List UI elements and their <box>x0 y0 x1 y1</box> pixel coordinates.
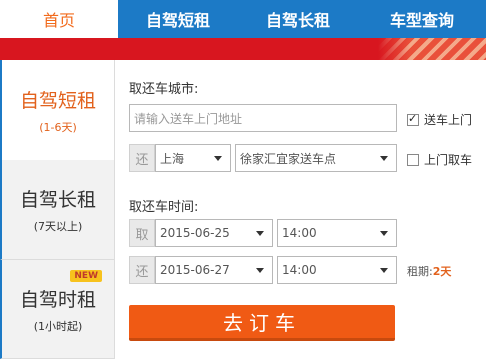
nav-tab-long-rental[interactable]: 自驾长租 <box>238 0 358 38</box>
new-badge: NEW <box>70 270 102 282</box>
city-label: 取还车城市: <box>129 82 199 97</box>
checkbox-unchecked-icon <box>407 153 419 166</box>
side-tab-title: 自驾短租 <box>19 89 96 112</box>
top-nav: 首页 自驾短租 自驾长租 车型查询 <box>0 0 486 38</box>
lease-label: 租期: <box>407 265 433 278</box>
address-input[interactable]: 请输入送车上门地址 <box>129 104 397 132</box>
store-select-value: 徐家汇宜家送车点 <box>240 151 337 166</box>
chevron-down-icon <box>380 156 388 161</box>
side-tab-subtitle: (1小时起) <box>33 319 83 333</box>
return-time-tag: 还 <box>129 256 155 284</box>
city-select-value: 上海 <box>160 151 185 166</box>
return-time-value: 14:00 <box>282 263 317 277</box>
lease-duration: 租期:2天 <box>407 263 451 279</box>
nav-tab-car-models[interactable]: 车型查询 <box>358 0 486 38</box>
checkbox-checked-icon <box>407 112 419 126</box>
book-car-button[interactable]: 去订车 <box>129 305 395 341</box>
return-tag: 还 <box>129 144 155 172</box>
return-date-value: 2015-06-27 <box>160 263 230 277</box>
promo-banner <box>0 38 486 60</box>
side-tab-long-rental[interactable]: 自驾长租 (7天以上) <box>0 160 114 260</box>
pick-date-select[interactable]: 2015-06-25 <box>155 219 273 247</box>
side-tab-subtitle: (7天以上) <box>33 220 83 233</box>
chevron-down-icon <box>256 231 264 236</box>
pick-date-value: 2015-06-25 <box>160 226 230 240</box>
pick-tag: 取 <box>129 219 155 247</box>
side-tab-title: 自驾长租 <box>19 189 96 211</box>
chevron-down-icon <box>380 268 388 273</box>
side-tab-hourly-rental[interactable]: NEW 自驾时租 (1小时起) <box>0 260 114 359</box>
city-select[interactable]: 上海 <box>155 144 231 172</box>
store-select[interactable]: 徐家汇宜家送车点 <box>235 144 397 172</box>
side-tabs: 自驾短租 (1-6天) 自驾长租 (7天以上) NEW 自驾时租 (1小时起) <box>0 60 114 359</box>
side-tab-subtitle: (1-6天) <box>39 120 77 134</box>
deliver-label: 送车上门 <box>424 113 473 127</box>
pickup-home-label: 上门取车 <box>424 153 473 167</box>
nav-tab-home[interactable]: 首页 <box>0 0 118 38</box>
lease-value: 2天 <box>432 265 452 278</box>
pick-time-select[interactable]: 14:00 <box>277 219 397 247</box>
return-date-select[interactable]: 2015-06-27 <box>155 256 273 284</box>
chevron-down-icon <box>256 268 264 273</box>
side-tab-title: 自驾时租 <box>19 288 96 311</box>
booking-form: 取还车城市: 请输入送车上门地址 送车上门 还 上海 徐家汇宜家送车点 上门取车… <box>114 60 486 359</box>
deliver-checkbox[interactable]: 送车上门 <box>407 111 472 128</box>
pickup-home-checkbox[interactable]: 上门取车 <box>407 151 472 168</box>
pick-time-value: 14:00 <box>282 226 317 240</box>
nav-tab-short-rental[interactable]: 自驾短租 <box>118 0 238 38</box>
side-tab-short-rental[interactable]: 自驾短租 (1-6天) <box>0 60 114 160</box>
return-time-select[interactable]: 14:00 <box>277 256 397 284</box>
time-label: 取还车时间: <box>129 200 199 215</box>
chevron-down-icon <box>380 231 388 236</box>
chevron-down-icon <box>214 156 222 161</box>
